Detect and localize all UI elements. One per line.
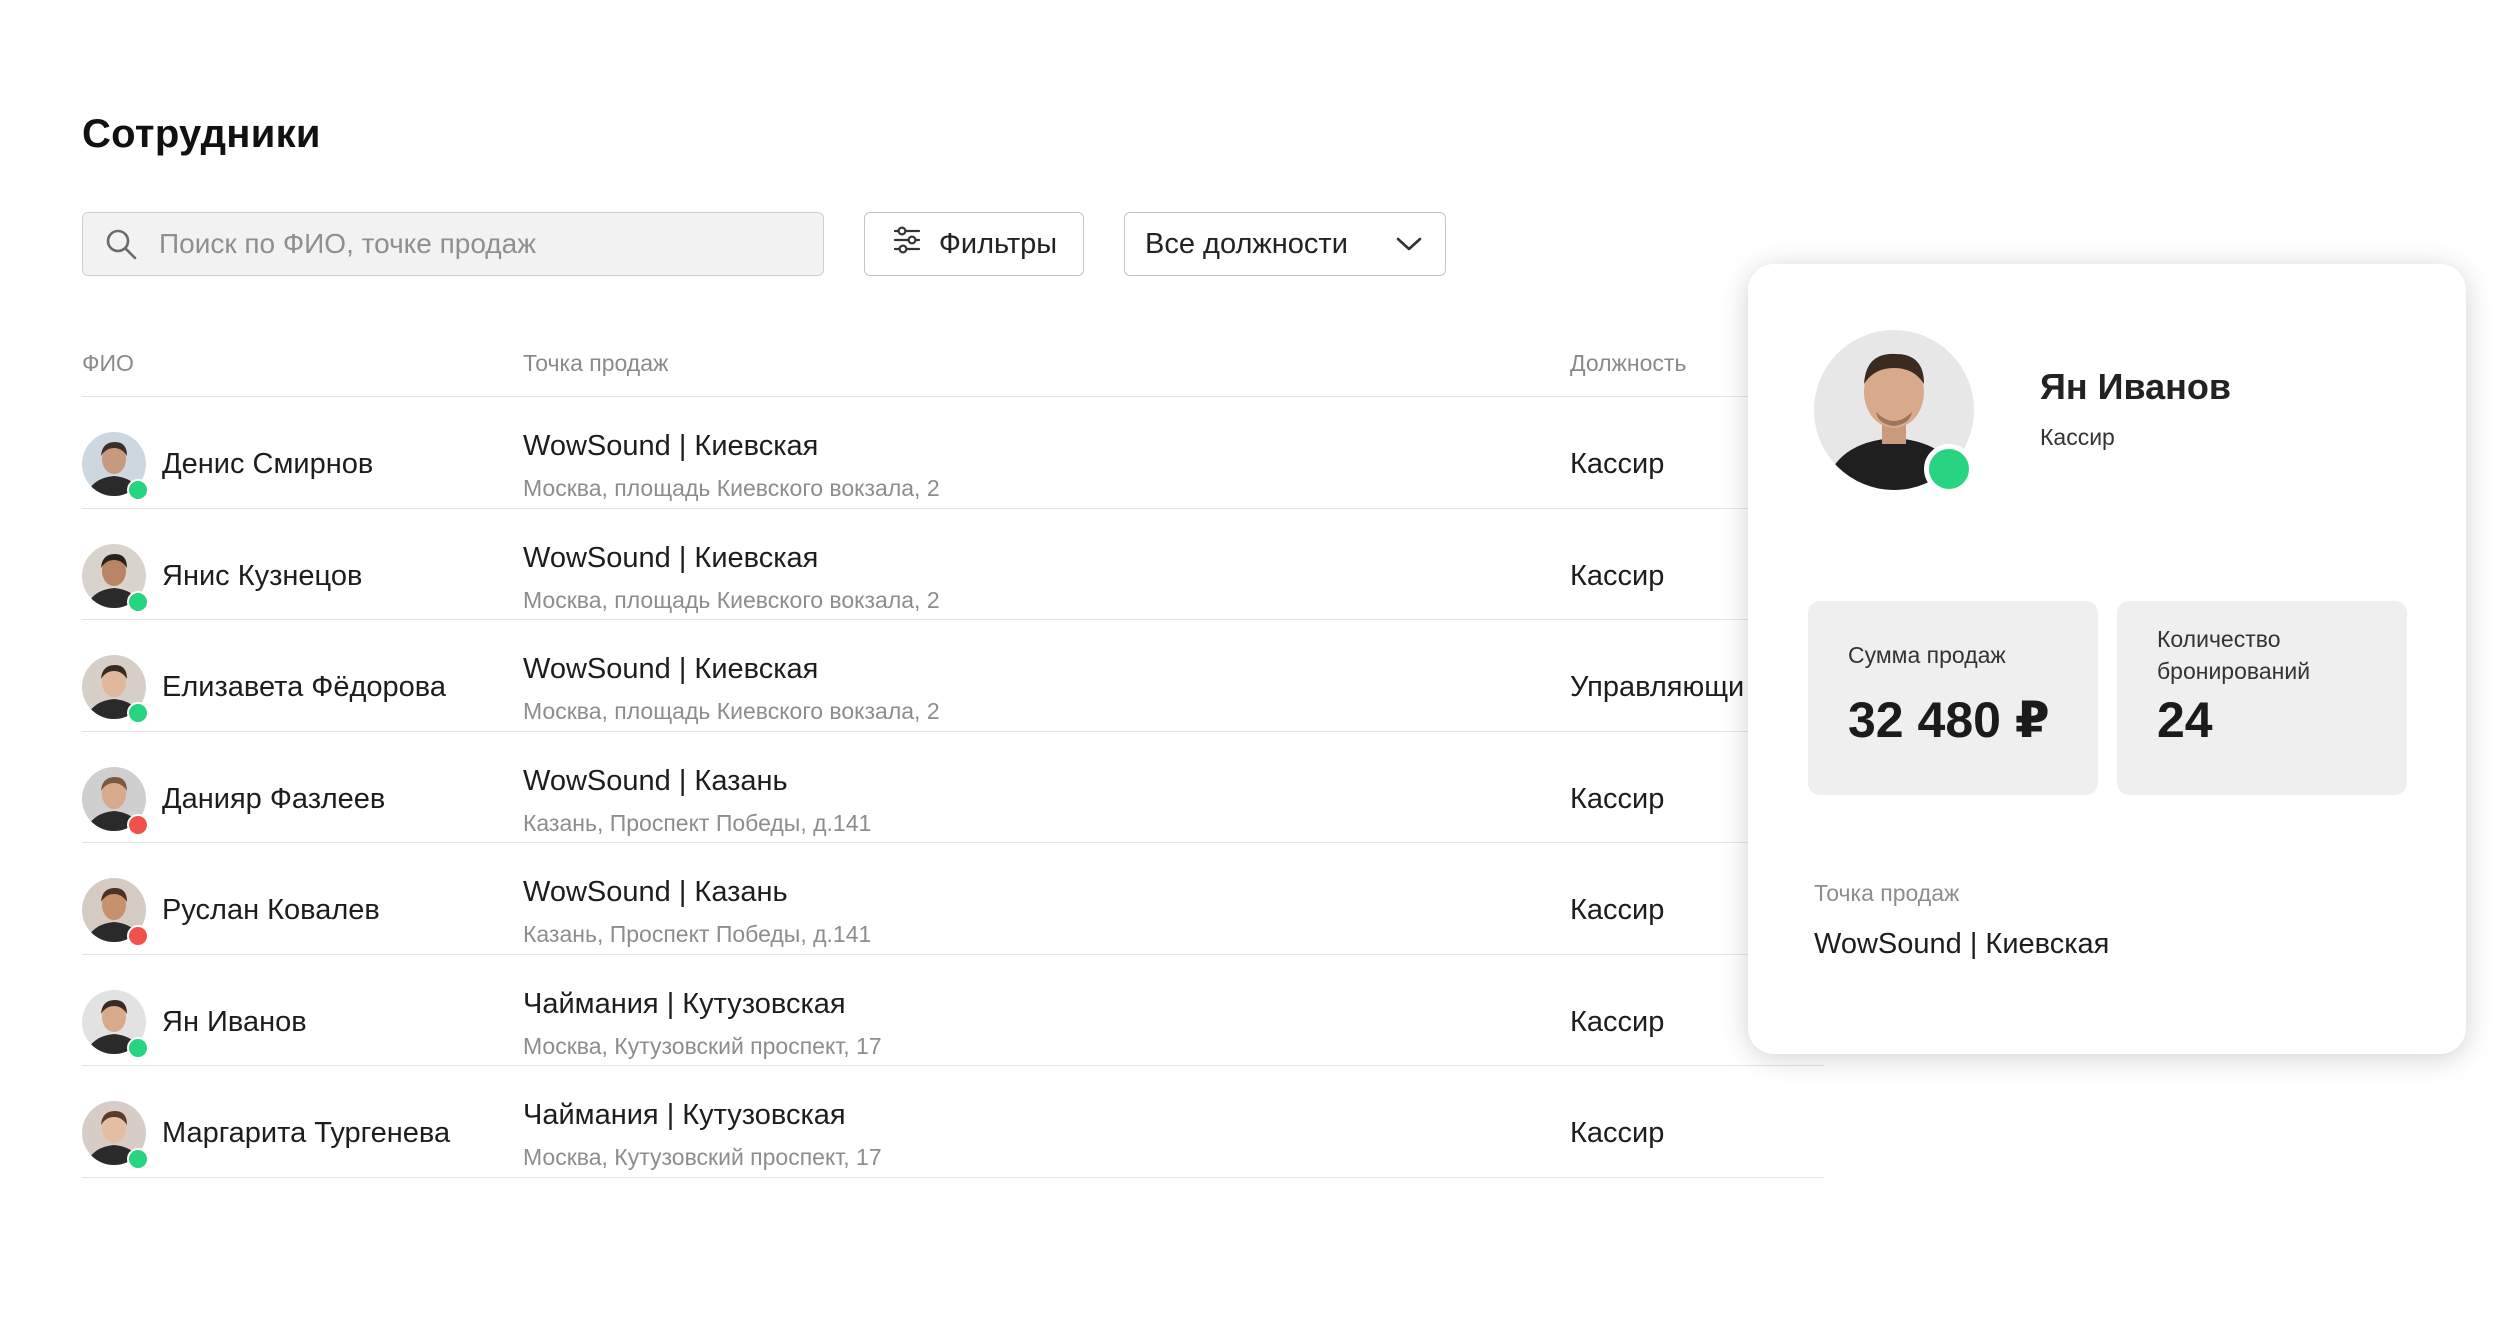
employee-role: Кассир [1570, 448, 1665, 480]
role-select[interactable]: Все должности [1124, 212, 1446, 276]
bookings-label: Количество бронирований [2157, 626, 2311, 684]
table-row[interactable]: Руслан Ковалев WowSound | Казань Казань, П… [82, 843, 1824, 955]
header-name: ФИО [82, 350, 134, 376]
sales-stat: Сумма продаж 32 480 ₽ [1808, 601, 2098, 795]
table-row[interactable]: Денис Смирнов WowSound | Киевская Москва, … [82, 397, 1824, 509]
point-name: WowSound | Казань [523, 876, 788, 908]
employee-role: Кассир [1570, 782, 1665, 815]
bookings-value: 24 [2157, 692, 2213, 748]
search-input[interactable] [157, 227, 801, 261]
employee-card: Ян Иванов Кассир Сумма продаж 32 480 ₽ К… [1748, 264, 2466, 1054]
page-title: Сотрудники [82, 112, 321, 156]
card-name: Ян Иванов [2040, 366, 2232, 407]
status-indicator [127, 590, 149, 613]
search-icon [103, 226, 139, 262]
chevron-down-icon [1395, 228, 1423, 261]
point-address: Москва, площадь Киевского вокзала, 2 [523, 698, 940, 724]
role-select-value: Все должности [1145, 227, 1348, 260]
table-row[interactable]: Елизавета Фёдорова WowSound | Киевская Мос… [82, 620, 1824, 732]
table-row[interactable]: Ян Иванов Чаймания | Кутузовская Москва, К… [82, 955, 1824, 1066]
point-name: WowSound | Киевская [523, 653, 819, 685]
sliders-icon [891, 224, 923, 264]
point-name: Чаймания | Кутузовская [523, 1099, 846, 1131]
point-label: Точка продаж [1814, 880, 1960, 906]
employee-name: Маргарита Тургенева [162, 1117, 451, 1149]
table-header: ФИО Точка продаж Должность [82, 330, 1824, 397]
status-indicator [127, 702, 149, 724]
status-indicator [1924, 444, 1974, 494]
employee-name: Данияр Фазлеев [162, 782, 386, 815]
bookings-stat: Количество бронирований 24 [2117, 601, 2407, 795]
point-name: WowSound | Киевская [523, 430, 819, 462]
table-row[interactable]: Данияр Фазлеев WowSound | Казань Казань, П… [82, 732, 1824, 843]
status-indicator [127, 1148, 149, 1170]
employee-role: Кассир [1570, 1005, 1665, 1038]
table-row[interactable]: Маргарита Тургенева Чаймания | Кутузовска… [82, 1066, 1824, 1178]
table-row[interactable]: Янис Кузнецов WowSound | Киевская Москва, … [82, 509, 1824, 620]
status-indicator [127, 813, 149, 836]
point-address: Москва, Кутузовский проспект, 17 [523, 1032, 882, 1059]
employee-name: Елизавета Фёдорова [162, 671, 446, 703]
point-name: WowSound | Казань [523, 764, 788, 797]
header-point: Точка продаж [523, 350, 669, 376]
point-name: Чаймания | Кутузовская [523, 987, 846, 1020]
point-address: Казань, Проспект Победы, д.141 [523, 921, 872, 947]
point-address: Москва, площадь Киевского вокзала, 2 [523, 586, 940, 613]
card-role: Кассир [2040, 424, 2115, 450]
header-role: Должность [1570, 350, 1687, 376]
point-address: Москва, площадь Киевского вокзала, 2 [523, 475, 940, 501]
search-field[interactable] [82, 212, 824, 276]
point-address: Москва, Кутузовский проспект, 17 [523, 1144, 882, 1170]
table-body: Денис Смирнов WowSound | Киевская Москва, … [82, 397, 1824, 1178]
status-indicator [127, 1036, 149, 1059]
filters-label: Фильтры [938, 227, 1058, 260]
employee-name: Денис Смирнов [162, 448, 374, 480]
sales-value: 32 480 ₽ [1848, 692, 2050, 748]
point-value: WowSound | Киевская [1814, 928, 2110, 960]
employee-role: Кассир [1570, 894, 1665, 926]
employees-table: ФИО Точка продаж Должность Денис Смирнов… [82, 330, 1824, 1178]
point-name: WowSound | Киевская [523, 541, 819, 574]
employee-role: Кассир [1570, 1117, 1665, 1149]
employee-name: Руслан Ковалев [162, 894, 380, 926]
employee-name: Янис Кузнецов [162, 559, 363, 592]
sales-label: Сумма продаж [1848, 642, 2006, 668]
employee-role: Кассир [1570, 559, 1665, 592]
employee-role: Управляющи [1570, 671, 1745, 703]
point-address: Казань, Проспект Победы, д.141 [523, 809, 872, 836]
status-indicator [127, 479, 149, 501]
employee-name: Ян Иванов [162, 1005, 307, 1038]
filters-button[interactable]: Фильтры [864, 212, 1084, 276]
status-indicator [127, 925, 149, 947]
